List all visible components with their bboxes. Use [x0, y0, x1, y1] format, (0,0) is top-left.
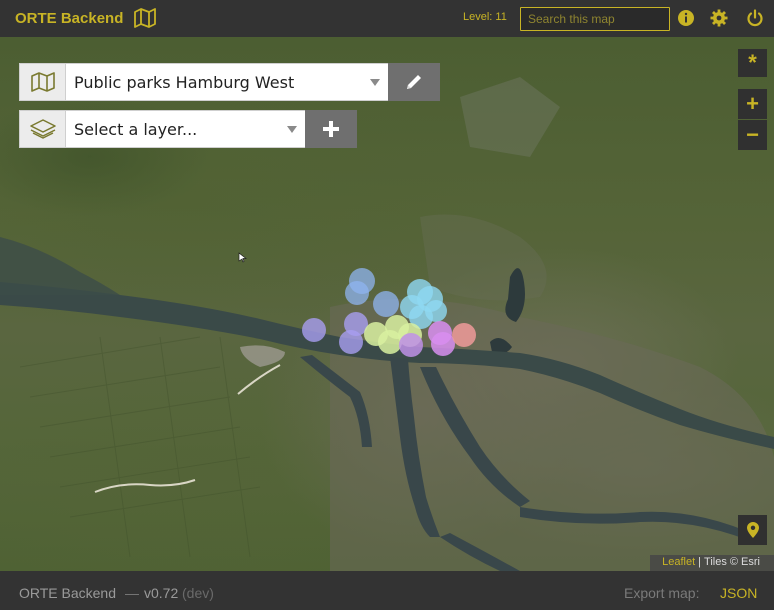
gear-icon[interactable] [710, 9, 728, 27]
footer-channel: (dev) [182, 585, 214, 601]
chevron-down-icon [370, 79, 380, 86]
app-title[interactable]: ORTE Backend [15, 10, 123, 27]
search-input[interactable] [520, 7, 670, 31]
zoom-out-button[interactable]: − [738, 120, 767, 150]
reset-view-button[interactable]: * [738, 49, 767, 77]
map-attribution: Leaflet | Tiles © Esri [650, 555, 774, 571]
location-pin-icon [746, 522, 759, 538]
info-icon[interactable] [677, 9, 695, 27]
attribution-separator: | [698, 556, 702, 568]
plus-icon [323, 121, 339, 137]
edit-map-button[interactable] [388, 63, 440, 101]
layer-select-placeholder: Select a layer... [74, 119, 198, 139]
map-select[interactable]: Public parks Hamburg West [66, 63, 388, 101]
locate-button[interactable] [738, 515, 767, 545]
layer-select[interactable]: Select a layer... [66, 110, 305, 148]
footer-separator: — [125, 585, 139, 601]
map-icon [134, 8, 156, 28]
export-json-link[interactable]: JSON [720, 585, 757, 601]
map-icon [30, 72, 55, 92]
add-layer-button[interactable] [305, 110, 357, 148]
park-marker[interactable] [339, 330, 363, 354]
park-marker[interactable] [399, 333, 423, 357]
park-marker[interactable] [373, 291, 399, 317]
zoom-in-button[interactable]: + [738, 89, 767, 119]
mouse-cursor [238, 252, 248, 263]
park-marker[interactable] [452, 323, 476, 347]
park-marker[interactable] [302, 318, 326, 342]
layer-selector-row: Select a layer... [19, 110, 357, 148]
map-selector-row: Public parks Hamburg West [19, 63, 440, 101]
tiles-credit: Tiles © Esri [704, 556, 760, 568]
export-label: Export map: [624, 585, 700, 601]
layer-selector-icon-box [19, 110, 66, 148]
map-canvas[interactable]: Public parks Hamburg West Select a layer… [0, 37, 774, 571]
park-marker[interactable] [345, 281, 369, 305]
pencil-icon [407, 75, 421, 89]
top-bar: ORTE Backend Level: 11 [0, 0, 774, 37]
park-marker[interactable] [431, 332, 455, 356]
layers-icon [29, 119, 56, 139]
power-icon[interactable] [746, 9, 764, 27]
zoom-level-label: Level: 11 [463, 11, 507, 23]
footer: ORTE Backend — v0.72 (dev) Export map: J… [0, 571, 774, 610]
selected-map-label: Public parks Hamburg West [74, 72, 295, 92]
chevron-down-icon [287, 126, 297, 133]
footer-version: v0.72 [144, 585, 179, 601]
map-selector-icon-box [19, 63, 66, 101]
footer-app-name: ORTE Backend [19, 585, 117, 601]
leaflet-link[interactable]: Leaflet [662, 556, 695, 571]
